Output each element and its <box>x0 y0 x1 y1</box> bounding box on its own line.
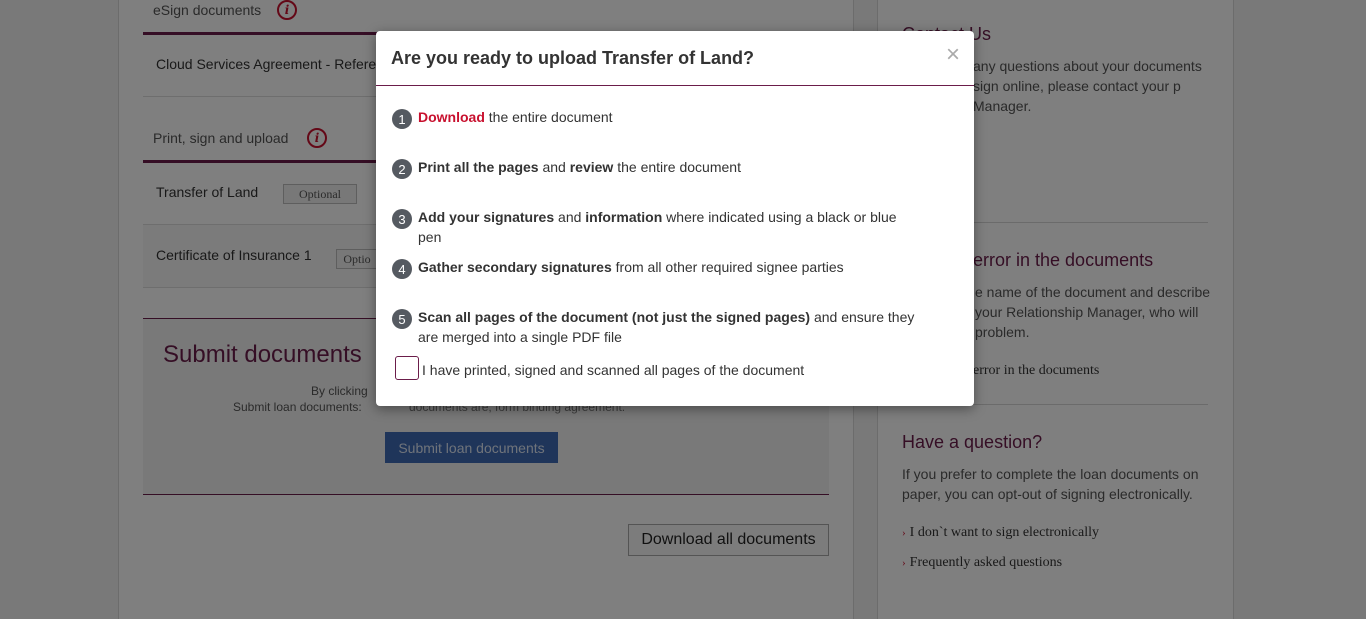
upload-confirm-modal: Are you ready to upload Transfer of Land… <box>376 31 974 406</box>
step-number-badge: 3 <box>392 209 412 229</box>
step-text-segment: and <box>538 159 570 175</box>
step-text-segment: the entire document <box>613 159 741 175</box>
step-text: Add your signatures and information wher… <box>418 207 918 247</box>
step-text: Gather secondary signatures from all oth… <box>418 257 918 277</box>
modal-title: Are you ready to upload Transfer of Land… <box>391 48 755 68</box>
step-text-segment: Add your signatures <box>418 209 555 225</box>
step-number-badge: 5 <box>392 309 412 329</box>
step-text-segment: the entire document <box>484 109 613 125</box>
step-text: Print all the pages and review the entir… <box>418 157 918 177</box>
step-text-segment: information <box>585 209 663 225</box>
close-icon[interactable]: × <box>946 43 960 67</box>
step-text-segment: Print all the pages <box>418 159 539 175</box>
step-text-segment: review <box>569 159 614 175</box>
step-text: Download the entire document <box>418 107 918 127</box>
page: eSign documents i Cloud Services Agreeme… <box>0 0 1366 619</box>
step-text: Scan all pages of the document (not just… <box>418 307 918 347</box>
step-text-segment: Scan all pages of the document (not just… <box>418 309 811 325</box>
step-number-badge: 1 <box>392 109 412 129</box>
step-text-segment: and <box>554 209 586 225</box>
confirm-label[interactable]: I have printed, signed and scanned all p… <box>422 362 804 378</box>
modal-divider <box>376 85 974 86</box>
confirm-checkbox[interactable] <box>395 356 419 380</box>
step-text-segment: from all other required signee parties <box>611 259 844 275</box>
step-text-segment: Gather secondary signatures <box>418 259 612 275</box>
download-link[interactable]: Download <box>418 109 485 125</box>
step-number-badge: 2 <box>392 159 412 179</box>
step-number-badge: 4 <box>392 259 412 279</box>
